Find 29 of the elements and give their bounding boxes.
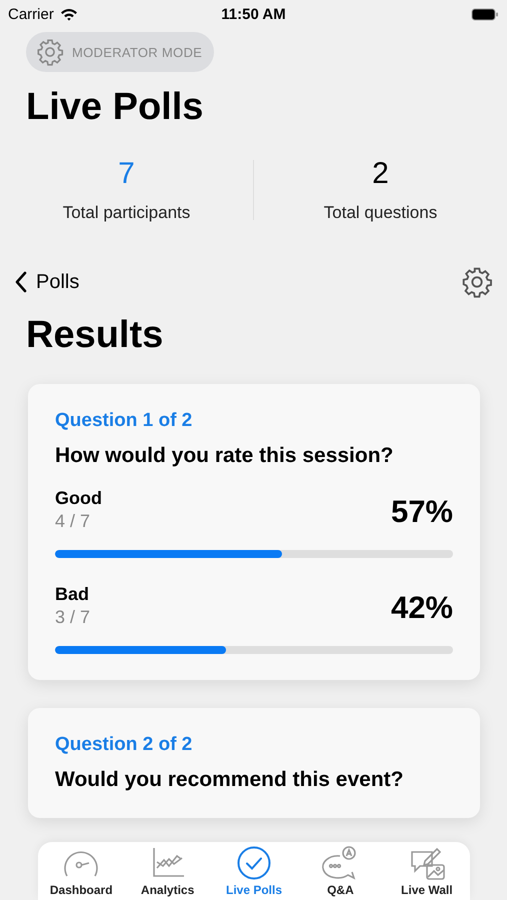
tab-item[interactable]: Analytics (124, 842, 211, 900)
question-counter: Question 1 of 2 (55, 410, 194, 432)
question-text: Would you recommend this event? (55, 768, 404, 792)
settings-icon[interactable] (461, 266, 493, 298)
time-label: 11:50 AM (221, 6, 286, 22)
vote-count: 3 / 7 (55, 607, 90, 628)
stat-value: 2 (372, 157, 389, 191)
tab-item[interactable]: Q&A (297, 842, 384, 900)
percent-label: 42% (390, 590, 453, 626)
carrier-label: Carrier (8, 6, 54, 22)
vote-count: 4 / 7 (55, 511, 92, 532)
battery-icon (471, 8, 500, 20)
section-title: Results (26, 313, 164, 358)
stat-label: Total questions (324, 203, 438, 223)
question-counter: Question 2 of 2 (55, 734, 194, 756)
chevron-icon (14, 271, 28, 293)
tab-item[interactable]: Live Polls (210, 842, 298, 900)
tab-item[interactable]: Dashboard (38, 842, 124, 900)
wifi-icon (60, 8, 78, 20)
option-label: Good (55, 488, 102, 509)
page-title: Live Polls (26, 85, 204, 130)
question-text: How would you rate this session? (55, 444, 394, 468)
gear-icon (36, 38, 64, 66)
percent-label: 57% (390, 494, 453, 530)
stat-value: 7 (118, 157, 135, 191)
stat-label: Total participants (62, 203, 190, 223)
option-label: Bad (55, 584, 90, 605)
back-button[interactable]: Polls (14, 270, 80, 294)
tab-item[interactable]: Live Wall (384, 842, 470, 900)
